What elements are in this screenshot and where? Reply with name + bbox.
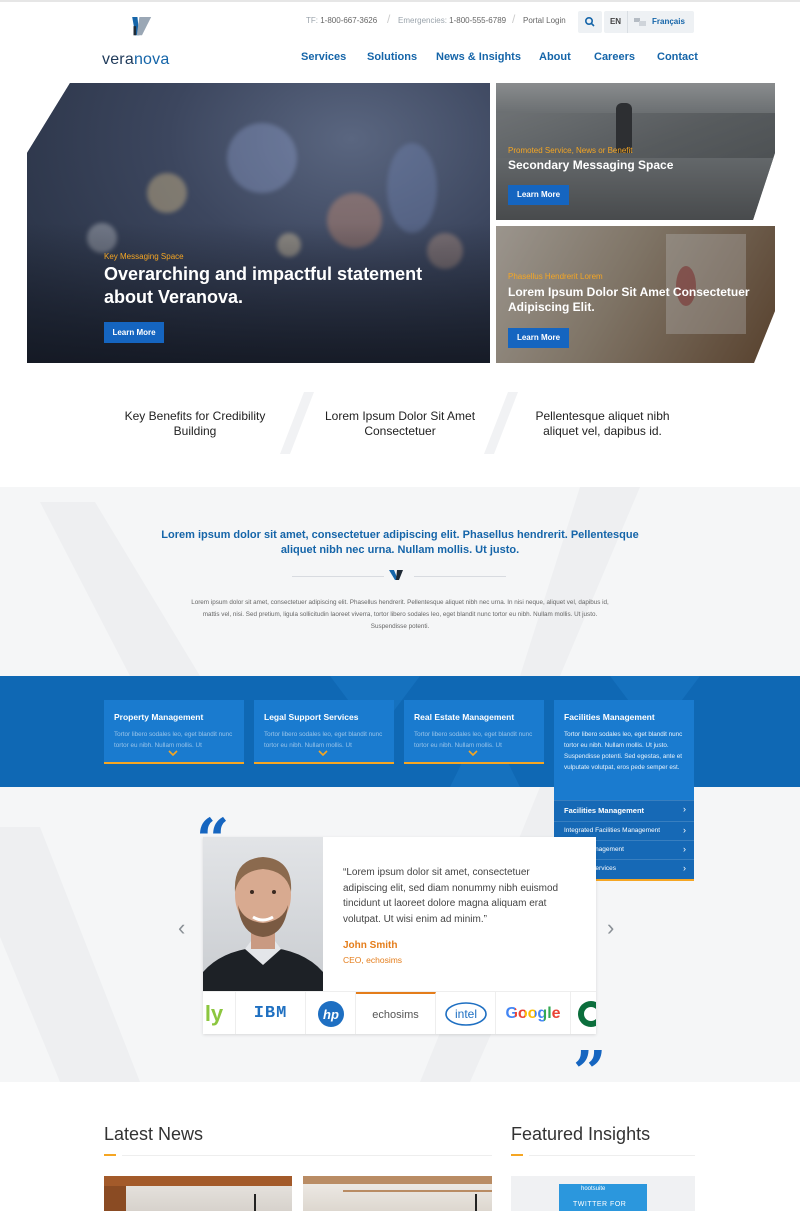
testimonial-role: CEO, echosims <box>343 955 403 965</box>
chevron-down-icon <box>168 750 178 756</box>
promo-eyebrow: Promoted Service, News or Benefit <box>508 146 633 155</box>
testimonial-quote: “Lorem ipsum dolor sit amet, consectetue… <box>343 867 559 925</box>
chevron-right-icon: › <box>683 844 686 854</box>
section-rule <box>122 1155 492 1156</box>
nav-contact[interactable]: Contact <box>657 51 698 63</box>
lang-fr-link[interactable]: Français <box>652 11 685 33</box>
nav-careers[interactable]: Careers <box>594 51 635 63</box>
section-rule <box>529 1155 695 1156</box>
hp-logo-icon: hp <box>317 1000 344 1027</box>
service-desc: Tortor libero sodales leo, eget blandit … <box>114 731 233 749</box>
chevron-right-icon: › <box>683 804 686 814</box>
submenu-label: Integrated Facilities Management <box>564 827 661 834</box>
intel-logo-icon: intel <box>444 1001 487 1026</box>
insight-brand: hootsuite <box>581 1186 606 1192</box>
news-thumbnail[interactable] <box>303 1176 492 1211</box>
submenu-item-facilities-management[interactable]: Facilities Management › <box>554 800 694 821</box>
chevron-right-icon: › <box>683 863 686 873</box>
client-logo-ibm[interactable]: IBM <box>236 992 306 1034</box>
benefit-divider <box>280 392 314 454</box>
intro-body: Lorem ipsum dolor sit amet, consectetuer… <box>191 599 609 630</box>
search-icon <box>585 17 595 27</box>
chevron-down-icon <box>468 750 478 756</box>
client-logo-echosims[interactable]: echosims <box>356 992 436 1034</box>
chevron-right-icon: › <box>683 825 686 835</box>
util-separator: / <box>387 12 391 26</box>
hero-learn-more-button[interactable]: Learn More <box>104 322 164 343</box>
svg-text:hp: hp <box>323 1007 339 1022</box>
intro-headline: Lorem ipsum dolor sit amet, consectetuer… <box>161 529 639 556</box>
service-card-real-estate[interactable]: Real Estate Management Tortor libero sod… <box>404 700 544 764</box>
nav-services[interactable]: Services <box>301 51 346 63</box>
service-title: Legal Support Services <box>264 712 359 722</box>
language-switcher[interactable]: EN Français <box>604 11 694 33</box>
translate-icon <box>634 18 646 26</box>
testimonial-name: John Smith <box>343 940 398 951</box>
service-desc: Tortor libero sodales leo, eget blandit … <box>264 731 383 749</box>
heading-underline <box>511 1154 523 1156</box>
divider-line <box>414 576 506 577</box>
search-button[interactable] <box>578 11 602 33</box>
divider-line <box>292 576 384 577</box>
benefit-item[interactable]: Key Benefits for Credibility Building <box>105 409 285 439</box>
veranova-mark-icon <box>389 570 403 580</box>
insight-label: TWITTER FOR <box>573 1201 627 1208</box>
carousel-next-arrow[interactable]: › <box>607 915 614 941</box>
testimonial-portrait <box>203 837 323 992</box>
client-logo[interactable]: ly <box>203 992 236 1034</box>
insight-thumbnail[interactable]: hootsuite TWITTER FOR <box>511 1176 695 1211</box>
client-logo-carousel: ly IBM hp echosims intel Google <box>203 991 596 1034</box>
veranova-logo[interactable] <box>102 17 182 51</box>
brand-wordmark: veranova <box>102 51 170 68</box>
phone-number[interactable]: TF: 1-800-667-3626 <box>306 16 377 25</box>
heading-underline <box>104 1154 116 1156</box>
promo2-learn-more-button[interactable]: Learn More <box>508 328 569 348</box>
client-logo-hp[interactable]: hp <box>306 992 356 1034</box>
nav-about[interactable]: About <box>539 51 571 63</box>
hero-eyebrow: Key Messaging Space <box>104 252 184 261</box>
news-thumbnail[interactable] <box>104 1176 292 1211</box>
hero-main-banner <box>27 83 490 363</box>
carousel-prev-arrow[interactable]: ‹ <box>178 915 185 941</box>
service-desc: Tortor libero sodales leo, eget blandit … <box>414 731 533 749</box>
chevron-down-icon <box>318 750 328 756</box>
promo2-title: Lorem Ipsum Dolor Sit Amet Consectetuer … <box>508 285 750 314</box>
portal-login-link[interactable]: Portal Login <box>523 16 566 25</box>
close-quote-icon: „ <box>574 1005 608 1073</box>
emergency-number[interactable]: Emergencies: 1-800-555-6789 <box>398 16 506 25</box>
client-logo-google[interactable]: Google <box>496 992 571 1034</box>
latest-news-heading: Latest News <box>104 1124 204 1144</box>
promo-learn-more-button[interactable]: Learn More <box>508 185 569 205</box>
benefit-divider <box>484 392 518 454</box>
svg-text:intel: intel <box>454 1007 476 1021</box>
service-title: Real Estate Management <box>414 712 515 722</box>
benefit-item[interactable]: Pellentesque aliquet nibh aliquet vel, d… <box>520 409 685 439</box>
service-card-legal[interactable]: Legal Support Services Tortor libero sod… <box>254 700 394 764</box>
nav-news-insights[interactable]: News & Insights <box>436 51 521 63</box>
promo-title: Secondary Messaging Space <box>508 158 674 172</box>
nav-solutions[interactable]: Solutions <box>367 51 417 63</box>
service-title: Property Management <box>114 712 204 722</box>
submenu-label: Facilities Management <box>564 806 645 815</box>
lang-en-button[interactable]: EN <box>604 11 628 33</box>
benefit-item[interactable]: Lorem Ipsum Dolor Sit Amet Consectetuer <box>320 409 480 439</box>
promo2-eyebrow: Phasellus Hendrerit Lorem <box>508 272 603 281</box>
top-border <box>0 0 800 2</box>
service-card-property[interactable]: Property Management Tortor libero sodale… <box>104 700 244 764</box>
service-desc: Tortor libero sodales leo, eget blandit … <box>564 731 683 771</box>
featured-insights-heading: Featured Insights <box>511 1124 651 1144</box>
service-title: Facilities Management <box>564 712 655 722</box>
client-logo-intel[interactable]: intel <box>436 992 496 1034</box>
util-separator: / <box>512 12 516 26</box>
hero-title: Overarching and impactful statement abou… <box>104 264 423 307</box>
